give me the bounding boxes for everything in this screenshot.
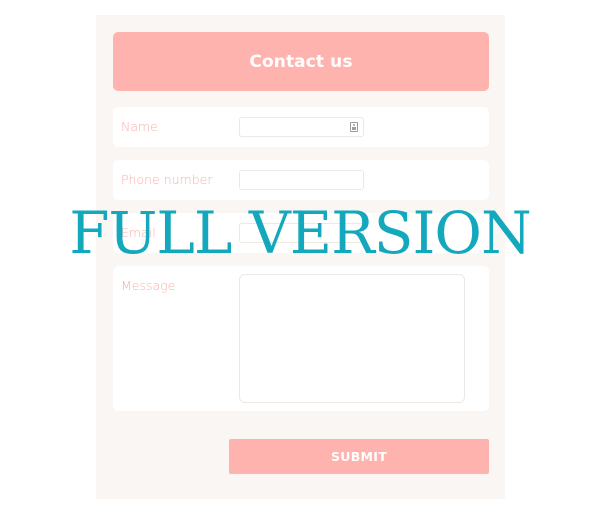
email-row: Email xyxy=(113,213,489,253)
email-label: Email xyxy=(121,225,156,240)
name-field[interactable] xyxy=(239,117,364,137)
message-field[interactable] xyxy=(239,274,465,403)
message-label: Message xyxy=(121,278,176,293)
contact-form: Contact us Name Phone number Email Messa… xyxy=(96,15,505,499)
name-input-wrapper xyxy=(239,117,364,137)
form-header: Contact us xyxy=(113,32,489,91)
email-field[interactable] xyxy=(239,223,364,243)
name-row: Name xyxy=(113,107,489,147)
contact-card-icon[interactable] xyxy=(350,122,358,132)
name-label: Name xyxy=(121,119,158,134)
phone-row: Phone number xyxy=(113,160,489,200)
phone-label: Phone number xyxy=(121,172,213,187)
phone-field[interactable] xyxy=(239,170,364,190)
message-row: Message xyxy=(113,266,489,411)
page: Contact us Name Phone number Email Messa… xyxy=(0,0,600,522)
form-title: Contact us xyxy=(249,51,353,72)
submit-button[interactable]: SUBMIT xyxy=(229,439,489,474)
